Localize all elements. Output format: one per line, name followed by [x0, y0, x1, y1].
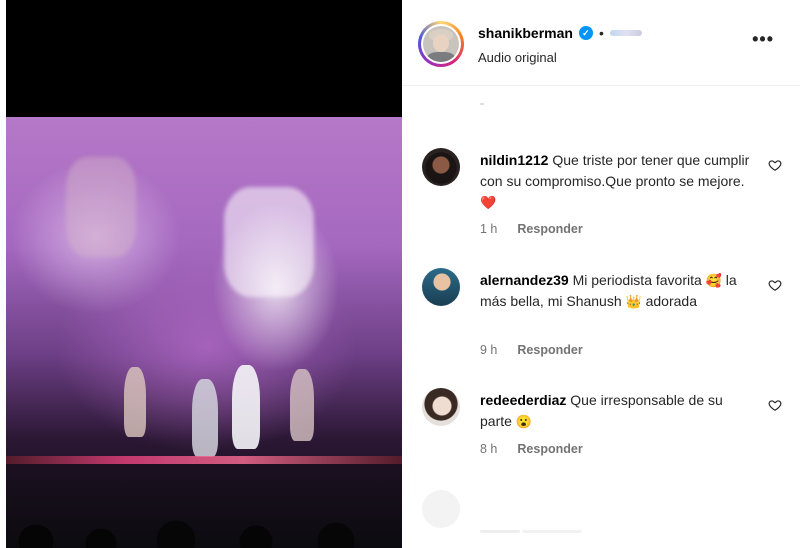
surprised-face-emoji: 😮	[515, 414, 532, 429]
heart-outline-icon[interactable]	[768, 398, 782, 412]
comment-text-block: nildin1212 Que triste por tener que cump…	[480, 150, 750, 213]
video-overlay-figure	[66, 157, 136, 257]
faded-text	[480, 530, 520, 533]
dancer-figure	[192, 379, 218, 457]
comment-text-block: redeederdiaz Que irresponsable de su par…	[480, 390, 750, 432]
commenter-avatar[interactable]	[422, 388, 460, 426]
comment-text: adorada	[645, 293, 697, 309]
story-ring[interactable]	[418, 21, 464, 67]
post-side-panel: shanikberman ✓ • Audio original ••• nild…	[402, 0, 800, 548]
commenter-username[interactable]: nildin1212	[480, 152, 548, 168]
reply-button[interactable]: Responder	[517, 442, 582, 456]
faded-text	[522, 530, 582, 533]
post-video[interactable]	[6, 0, 402, 548]
video-frame	[6, 117, 402, 548]
comment-meta: 9 h Responder	[480, 343, 583, 357]
separator-dot: •	[598, 25, 604, 41]
red-heart-emoji: ❤️	[480, 195, 497, 210]
commenter-avatar	[422, 490, 460, 528]
heart-outline-icon[interactable]	[768, 278, 782, 292]
comment-text-block: alernandez39 Mi periodista favorita 🥰 la…	[480, 270, 750, 312]
blurred-text	[609, 30, 642, 36]
commenter-avatar[interactable]	[422, 268, 460, 306]
crown-emoji: 👑	[625, 294, 642, 309]
comment-time[interactable]: 8 h	[480, 442, 497, 456]
author-username[interactable]: shanikberman	[478, 25, 573, 41]
verified-badge-icon: ✓	[578, 26, 593, 40]
commenter-username[interactable]: alernandez39	[480, 272, 569, 288]
comment-text: Mi periodista favorita	[572, 272, 702, 288]
audio-label[interactable]: Audio original	[478, 50, 557, 65]
video-overlay-figure	[224, 187, 314, 297]
dancer-figure	[290, 369, 314, 441]
reply-button[interactable]: Responder	[517, 222, 582, 236]
reply-button[interactable]: Responder	[517, 343, 582, 357]
stage-light-band	[6, 456, 402, 464]
avatar[interactable]	[423, 26, 459, 62]
dancer-figure	[124, 367, 146, 437]
post-header: shanikberman ✓ • Audio original •••	[402, 0, 800, 86]
dancer-figure	[232, 365, 260, 449]
more-options-icon[interactable]: •••	[752, 30, 774, 48]
audience-silhouettes	[6, 512, 402, 548]
comment-meta: 8 h Responder	[480, 442, 583, 456]
heart-outline-icon[interactable]	[768, 158, 782, 172]
commenter-username[interactable]: redeederdiaz	[480, 392, 566, 408]
comment-time[interactable]: 1 h	[480, 222, 497, 236]
smiling-hearts-emoji: 🥰	[705, 273, 722, 288]
author-row: shanikberman ✓ •	[478, 25, 642, 41]
comment-meta: 1 h Responder	[480, 222, 583, 236]
comment-time[interactable]: 9 h	[480, 343, 497, 357]
divider	[480, 103, 484, 105]
commenter-avatar[interactable]	[422, 148, 460, 186]
